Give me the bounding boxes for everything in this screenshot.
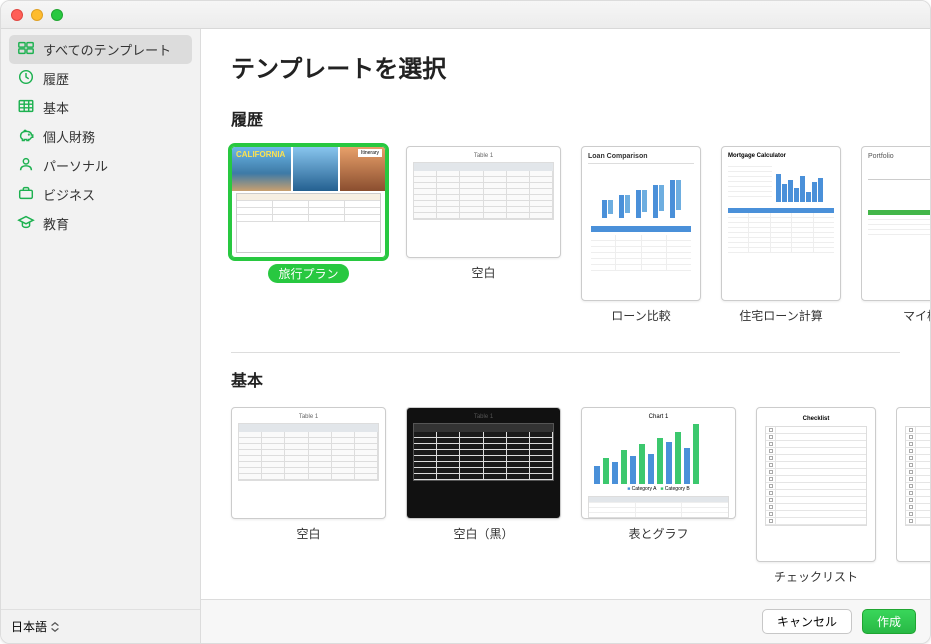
template-card[interactable]: Mortgage Calculator 住宅ローン計算 (721, 146, 841, 324)
sidebar-item-label: 教育 (43, 214, 69, 233)
template-thumbnail: Table 1 (406, 146, 561, 258)
create-button[interactable]: 作成 (862, 609, 916, 634)
briefcase-icon (17, 184, 35, 205)
page-title: テンプレートを選択 (201, 29, 930, 94)
sidebar-item-label: 基本 (43, 98, 69, 117)
table-icon (17, 97, 35, 118)
language-selector[interactable]: 日本語 (1, 609, 200, 643)
sidebar: すべてのテンプレート履歴基本個人財務パーソナルビジネス教育 日本語 (1, 29, 201, 643)
sidebar-item-label: パーソナル (43, 156, 108, 175)
language-label: 日本語 (11, 618, 47, 635)
template-card[interactable]: Loan Comparison ローン比較 (581, 146, 701, 324)
template-thumbnail: Chart 1 ■ Category A ■ Category B (581, 407, 736, 519)
template-thumbnail: Checklist (896, 407, 930, 562)
template-thumbnail: Mortgage Calculator (721, 146, 841, 301)
template-card[interactable]: Table 1 空白（黒） (406, 407, 561, 585)
template-grid: CALIFORNIA Itinerary 旅行プランTable 1空白 Loan… (231, 136, 930, 340)
template-thumbnail: Table 1 (406, 407, 561, 519)
sidebar-item-3[interactable]: 個人財務 (9, 122, 192, 151)
template-card[interactable]: Checklist チェックリスト (756, 407, 876, 585)
template-label: マイ株 (903, 307, 930, 324)
clock-icon (17, 68, 35, 89)
template-card[interactable]: Table 1 空白 (231, 407, 386, 585)
template-card[interactable]: Portfolio $492 マイ株 (861, 146, 930, 324)
sidebar-item-6[interactable]: 教育 (9, 209, 192, 238)
sidebar-item-label: すべてのテンプレート (43, 40, 171, 59)
template-thumbnail: Portfolio $492 (861, 146, 930, 301)
template-card[interactable]: Table 1 空白 (406, 146, 561, 324)
sidebar-list: すべてのテンプレート履歴基本個人財務パーソナルビジネス教育 (1, 29, 200, 609)
template-grid: Table 1 空白 Table 1 空白（黒） Chart 1 ■ Category… (231, 397, 930, 599)
footer: キャンセル 作成 (201, 599, 930, 643)
sidebar-item-4[interactable]: パーソナル (9, 151, 192, 180)
template-card[interactable]: Checklist チェック (896, 407, 930, 585)
sidebar-item-0[interactable]: すべてのテンプレート (9, 35, 192, 64)
body: すべてのテンプレート履歴基本個人財務パーソナルビジネス教育 日本語 テンプレート… (1, 29, 930, 643)
sidebar-item-5[interactable]: ビジネス (9, 180, 192, 209)
template-thumbnail: Checklist (756, 407, 876, 562)
template-label: 空白（黒） (453, 525, 513, 542)
template-label: 住宅ローン計算 (739, 307, 822, 324)
grid-icon (17, 39, 35, 60)
template-scroll[interactable]: 履歴 CALIFORNIA Itinerary 旅行プランTable 1空白 L… (201, 94, 930, 599)
main: テンプレートを選択 履歴 CALIFORNIA Itinerary 旅行プランT… (201, 29, 930, 643)
minimize-icon[interactable] (31, 9, 43, 21)
template-chooser-window: すべてのテンプレート履歴基本個人財務パーソナルビジネス教育 日本語 テンプレート… (0, 0, 931, 644)
template-card[interactable]: Chart 1 ■ Category A ■ Category B 表とグラフ (581, 407, 736, 585)
template-label: 旅行プラン (268, 264, 348, 283)
person-icon (17, 155, 35, 176)
template-label: 空白 (471, 264, 495, 281)
section-title: 基本 (231, 352, 900, 391)
window-controls (11, 9, 63, 21)
piggybank-icon (17, 126, 35, 147)
sidebar-item-label: ビジネス (43, 185, 95, 204)
sidebar-item-label: 履歴 (43, 69, 69, 88)
close-icon[interactable] (11, 9, 23, 21)
titlebar (1, 1, 930, 29)
zoom-icon[interactable] (51, 9, 63, 21)
template-label: 表とグラフ (628, 525, 688, 542)
template-thumbnail: Table 1 (231, 407, 386, 519)
cancel-button[interactable]: キャンセル (762, 609, 852, 634)
template-thumbnail: Loan Comparison (581, 146, 701, 301)
template-label: 空白 (296, 525, 320, 542)
sidebar-item-1[interactable]: 履歴 (9, 64, 192, 93)
section-title: 履歴 (231, 106, 930, 130)
sidebar-item-2[interactable]: 基本 (9, 93, 192, 122)
template-label: ローン比較 (611, 307, 670, 324)
template-thumbnail: CALIFORNIA Itinerary (231, 146, 386, 258)
education-icon (17, 213, 35, 234)
updown-chevron-icon (51, 622, 59, 632)
sidebar-item-label: 個人財務 (43, 127, 95, 146)
template-card[interactable]: CALIFORNIA Itinerary 旅行プラン (231, 146, 386, 324)
template-label: チェックリスト (774, 568, 858, 585)
